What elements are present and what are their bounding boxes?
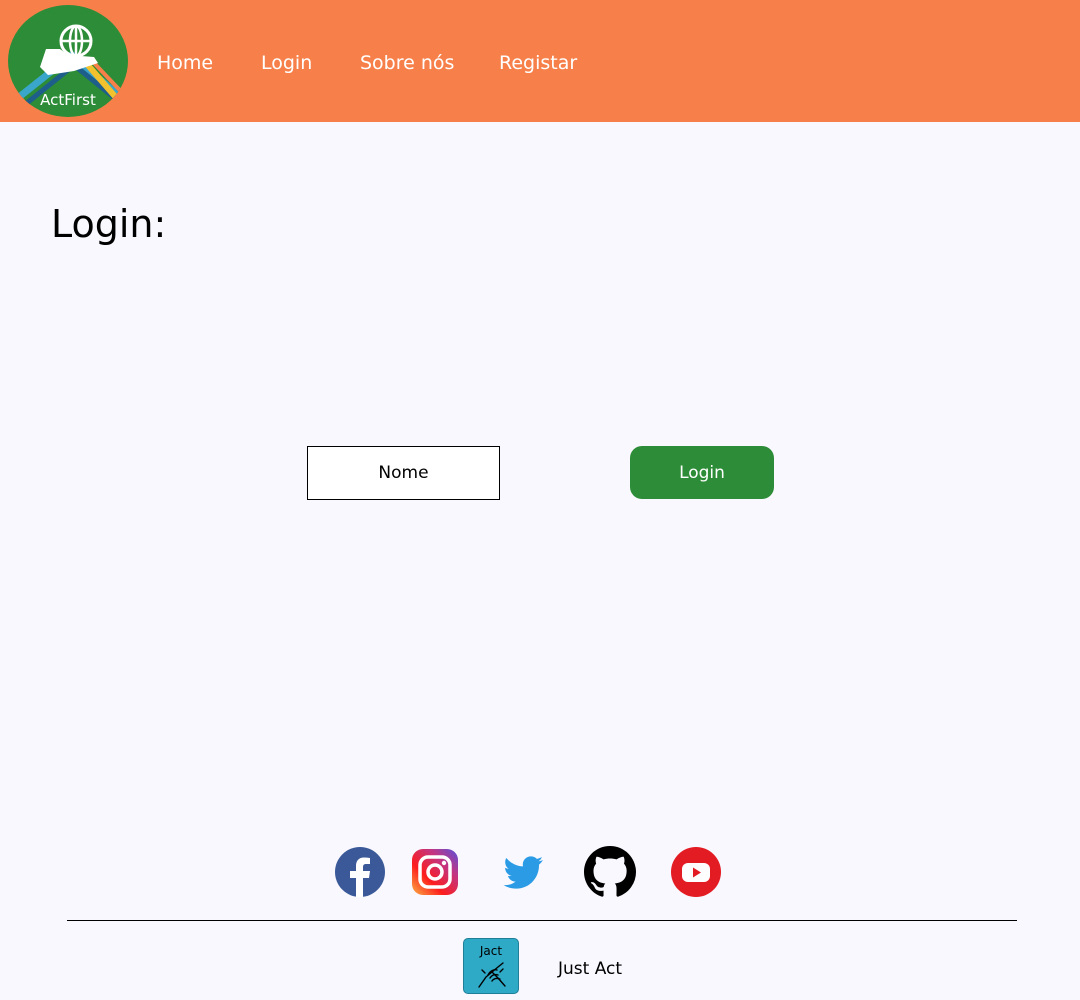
handshake-icon — [478, 962, 506, 988]
github-link[interactable] — [584, 846, 636, 898]
actfirst-logo[interactable]: ActFirst — [8, 5, 128, 117]
actfirst-logo-icon: ActFirst — [8, 5, 128, 117]
youtube-link[interactable] — [670, 846, 722, 898]
twitter-icon — [503, 856, 543, 889]
facebook-link[interactable] — [334, 846, 386, 898]
navbar: ActFirst Home Login Sobre nós Registar — [0, 0, 1080, 122]
nav-link-login[interactable]: Login — [261, 50, 312, 76]
logo-text: ActFirst — [40, 91, 96, 109]
twitter-link[interactable] — [497, 846, 549, 898]
nav-link-home[interactable]: Home — [157, 50, 213, 76]
footer-brand-name: Just Act — [558, 959, 623, 979]
instagram-link[interactable] — [409, 846, 461, 898]
login-button[interactable]: Login — [630, 446, 774, 499]
jact-logo[interactable]: Jact — [463, 938, 519, 994]
facebook-icon — [335, 847, 385, 897]
name-input[interactable] — [307, 446, 500, 500]
footer-divider — [67, 920, 1017, 921]
nav-link-registar[interactable]: Registar — [499, 50, 577, 76]
nav-link-sobre-nos[interactable]: Sobre nós — [360, 50, 454, 76]
instagram-icon — [412, 849, 458, 895]
jact-logo-label: Jact — [479, 944, 503, 958]
youtube-icon — [671, 847, 721, 897]
page-title: Login: — [51, 202, 167, 246]
github-icon — [584, 846, 636, 897]
